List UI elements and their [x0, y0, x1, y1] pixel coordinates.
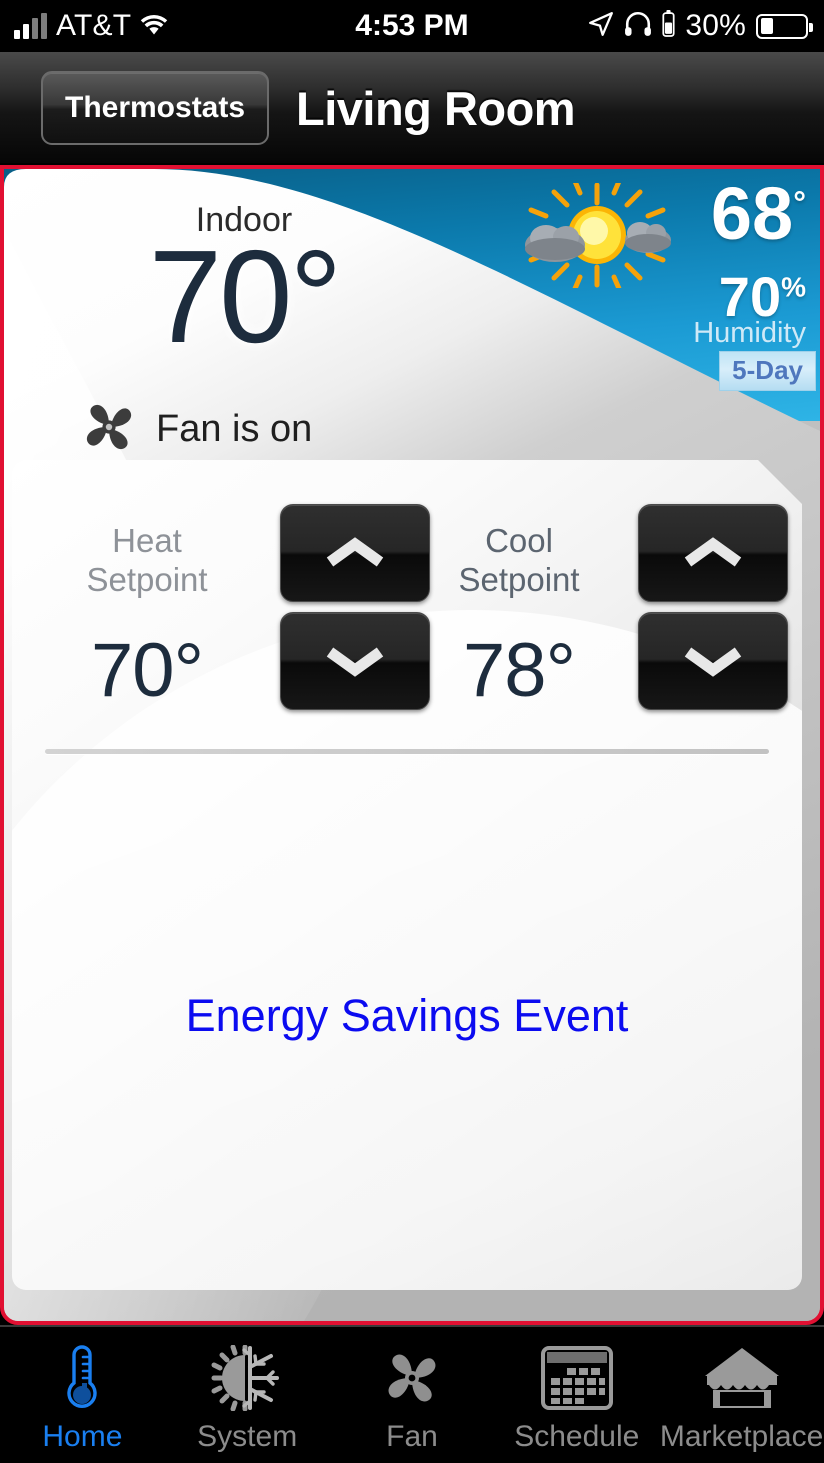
headphone-battery-icon	[662, 10, 675, 42]
heat-decrease-button[interactable]	[280, 612, 430, 710]
tab-marketplace[interactable]: Marketplace	[659, 1327, 824, 1463]
cool-setpoint-label: Cool Setpoint	[414, 522, 624, 600]
tab-system[interactable]: System	[165, 1327, 330, 1463]
cool-label-line2: Setpoint	[458, 560, 580, 598]
setpoint-card: Heat Setpoint 70° Cool Setpoint 78° Ener…	[12, 460, 802, 1290]
tab-schedule-label: Schedule	[514, 1420, 640, 1453]
energy-savings-event-link[interactable]: Energy Savings Event	[12, 990, 802, 1042]
headphones-icon	[624, 11, 652, 42]
status-bar: AT&T 4:53 PM 30%	[0, 0, 824, 52]
card-divider	[45, 749, 769, 754]
outdoor-temperature: 68°	[711, 177, 806, 251]
five-day-forecast-button[interactable]: 5-Day	[719, 351, 816, 391]
fan-status-label: Fan is on	[156, 408, 313, 450]
tab-schedule[interactable]: Schedule	[494, 1327, 659, 1463]
calendar-icon	[540, 1342, 613, 1414]
cool-label-line1: Cool	[485, 522, 553, 559]
page-title: Living Room	[296, 81, 576, 135]
heat-setpoint-label: Heat Setpoint	[42, 522, 252, 600]
sun-behind-cloud-icon	[522, 176, 672, 294]
app-root: AT&T 4:53 PM 30% Thermostats Living Room…	[0, 0, 824, 1463]
outdoor-temp-unit: °	[793, 184, 806, 221]
fan-status-row: Fan is on	[76, 394, 312, 465]
location-arrow-icon	[588, 11, 614, 42]
cool-decrease-button[interactable]	[638, 612, 788, 710]
back-button-thermostats[interactable]: Thermostats	[41, 71, 270, 145]
battery-percent-label: 30%	[685, 9, 746, 42]
tab-fan-label: Fan	[386, 1420, 438, 1453]
tab-bar: Home System Fan Schedule Marketplace	[0, 1325, 824, 1463]
tab-fan[interactable]: Fan	[330, 1327, 495, 1463]
fan-icon	[377, 1342, 447, 1414]
heat-label-line2: Setpoint	[86, 560, 208, 598]
battery-icon	[756, 13, 813, 39]
thermometer-icon	[62, 1342, 102, 1414]
humidity-unit: %	[781, 271, 806, 303]
cool-setpoint-value: 78°	[463, 628, 575, 713]
tab-marketplace-label: Marketplace	[659, 1420, 824, 1453]
indoor-temperature: 70°	[148, 223, 343, 370]
heat-label-line1: Heat	[112, 522, 182, 559]
heat-increase-button[interactable]	[280, 504, 430, 602]
outdoor-temp-value: 68	[710, 172, 794, 255]
status-bar-right: 30%	[588, 0, 813, 52]
tab-home[interactable]: Home	[0, 1327, 165, 1463]
fan-icon	[76, 394, 142, 465]
tab-system-label: System	[197, 1420, 298, 1453]
navigation-bar: Thermostats Living Room	[0, 52, 824, 164]
cool-increase-button[interactable]	[638, 504, 788, 602]
storefront-icon	[703, 1342, 781, 1414]
tab-home-label: Home	[42, 1420, 123, 1453]
sun-snowflake-icon	[209, 1342, 285, 1414]
heat-setpoint-value: 70°	[91, 628, 203, 713]
thermostat-content: 68° 70% Humidity 5-Day Indoor 70° Fan is…	[0, 165, 824, 1325]
clock-label: 4:53 PM	[355, 9, 469, 42]
humidity-label: Humidity	[693, 317, 806, 349]
